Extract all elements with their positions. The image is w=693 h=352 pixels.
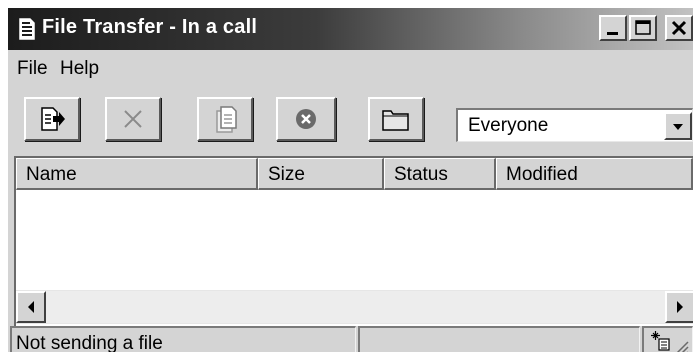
horizontal-scrollbar[interactable] <box>16 290 693 324</box>
cancel-x-icon <box>124 110 142 128</box>
dropdown-button[interactable] <box>664 112 692 140</box>
arrow-left-icon <box>28 301 34 313</box>
menu-help[interactable]: Help <box>60 58 99 80</box>
column-header-modified[interactable]: Modified <box>496 158 693 190</box>
window-title: File Transfer - In a call <box>42 16 258 38</box>
maximize-button[interactable] <box>629 15 657 41</box>
status-bar: Not sending a file <box>8 326 693 352</box>
file-transfer-window: File Transfer - In a call File Help Ever… <box>8 8 693 352</box>
open-received-folder-button[interactable] <box>368 97 424 141</box>
title-bar[interactable]: File Transfer - In a call <box>8 8 693 50</box>
arrow-right-icon <box>677 301 683 313</box>
scroll-right-button[interactable] <box>665 291 693 323</box>
list-header: Name Size Status Modified <box>16 158 693 190</box>
recipient-value: Everyone <box>468 115 549 136</box>
column-header-label: Modified <box>506 164 578 185</box>
menu-file[interactable]: File <box>17 58 48 80</box>
recipient-dropdown[interactable]: Everyone <box>456 108 693 142</box>
folder-icon <box>382 110 409 131</box>
file-list[interactable]: Name Size Status Modified <box>14 156 693 326</box>
resize-grip-icon[interactable] <box>670 338 690 352</box>
network-activity-icon <box>651 331 670 351</box>
receive-file-icon <box>216 106 237 133</box>
list-body[interactable] <box>16 190 693 290</box>
menu-bar: File Help <box>8 50 693 86</box>
column-header-size[interactable]: Size <box>258 158 384 190</box>
cancel-transfer-button[interactable] <box>105 97 161 141</box>
stop-transfer-button[interactable] <box>276 97 336 141</box>
status-pane-icon <box>642 326 693 352</box>
document-icon <box>19 18 35 40</box>
status-pane-message: Not sending a file <box>10 326 356 352</box>
minimize-button[interactable] <box>599 15 627 41</box>
send-file-icon <box>41 107 65 131</box>
column-header-status[interactable]: Status <box>384 158 496 190</box>
send-file-button[interactable] <box>24 97 80 141</box>
maximize-icon <box>635 20 651 35</box>
close-button[interactable] <box>665 15 693 41</box>
column-header-label: Size <box>268 164 305 185</box>
chevron-down-icon <box>673 124 683 130</box>
column-header-label: Status <box>394 164 448 185</box>
stop-circle-icon <box>296 109 316 129</box>
column-header-label: Name <box>26 164 77 185</box>
close-icon <box>671 20 687 36</box>
scroll-left-button[interactable] <box>16 291 46 323</box>
column-header-name[interactable]: Name <box>16 158 258 190</box>
receive-files-button[interactable] <box>197 97 253 141</box>
status-pane-progress <box>358 326 640 352</box>
status-text: Not sending a file <box>16 333 163 352</box>
minimize-icon <box>607 32 618 35</box>
scroll-track[interactable] <box>46 291 665 323</box>
